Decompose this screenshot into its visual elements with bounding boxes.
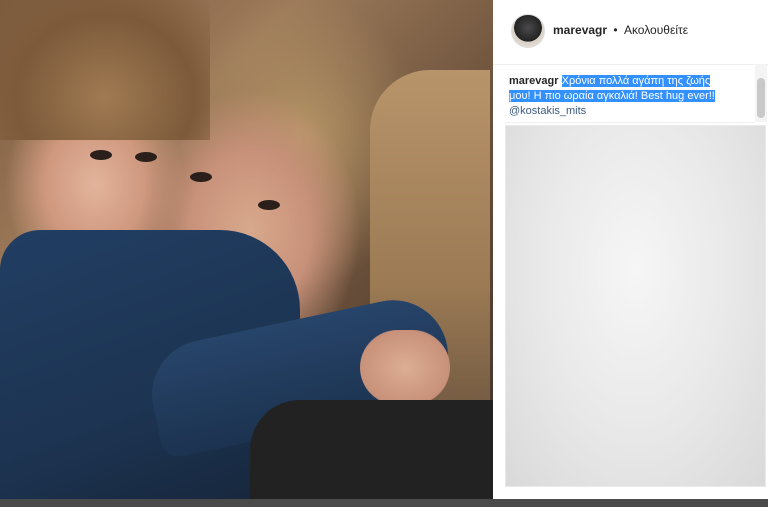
caption-mention-link[interactable]: @kostakis_mits: [509, 105, 586, 117]
header-separator: •: [613, 23, 618, 37]
caption-scrollbar[interactable]: [755, 64, 767, 122]
photo-eye: [135, 152, 157, 162]
photo-region-woman-shirt: [250, 400, 493, 499]
photo-eye: [90, 150, 112, 160]
photo-region-hand: [360, 330, 450, 405]
post-photo[interactable]: [0, 0, 493, 499]
caption-username-link[interactable]: marevagr: [509, 75, 559, 87]
photo-eye: [190, 172, 212, 182]
bottom-bar: [0, 499, 768, 507]
scrollbar-thumb[interactable]: [757, 78, 765, 118]
profile-avatar-icon[interactable]: [511, 14, 545, 48]
post-sidebar: marevagr • Ακολουθείτε marevagr Χρόνια π…: [493, 0, 768, 499]
following-button[interactable]: Ακολουθείτε: [624, 23, 688, 37]
blurred-embed-panel: [505, 125, 766, 487]
header-username-link[interactable]: marevagr: [553, 23, 607, 37]
header-text: marevagr • Ακολουθείτε: [553, 23, 688, 37]
photo-eye: [258, 200, 280, 210]
photo-region-boy-hair: [0, 0, 210, 140]
post-header: marevagr • Ακολουθείτε: [493, 0, 768, 65]
divider: [505, 122, 755, 123]
post-caption: marevagr Χρόνια πολλά αγάπη της ζωής μου…: [509, 74, 729, 119]
